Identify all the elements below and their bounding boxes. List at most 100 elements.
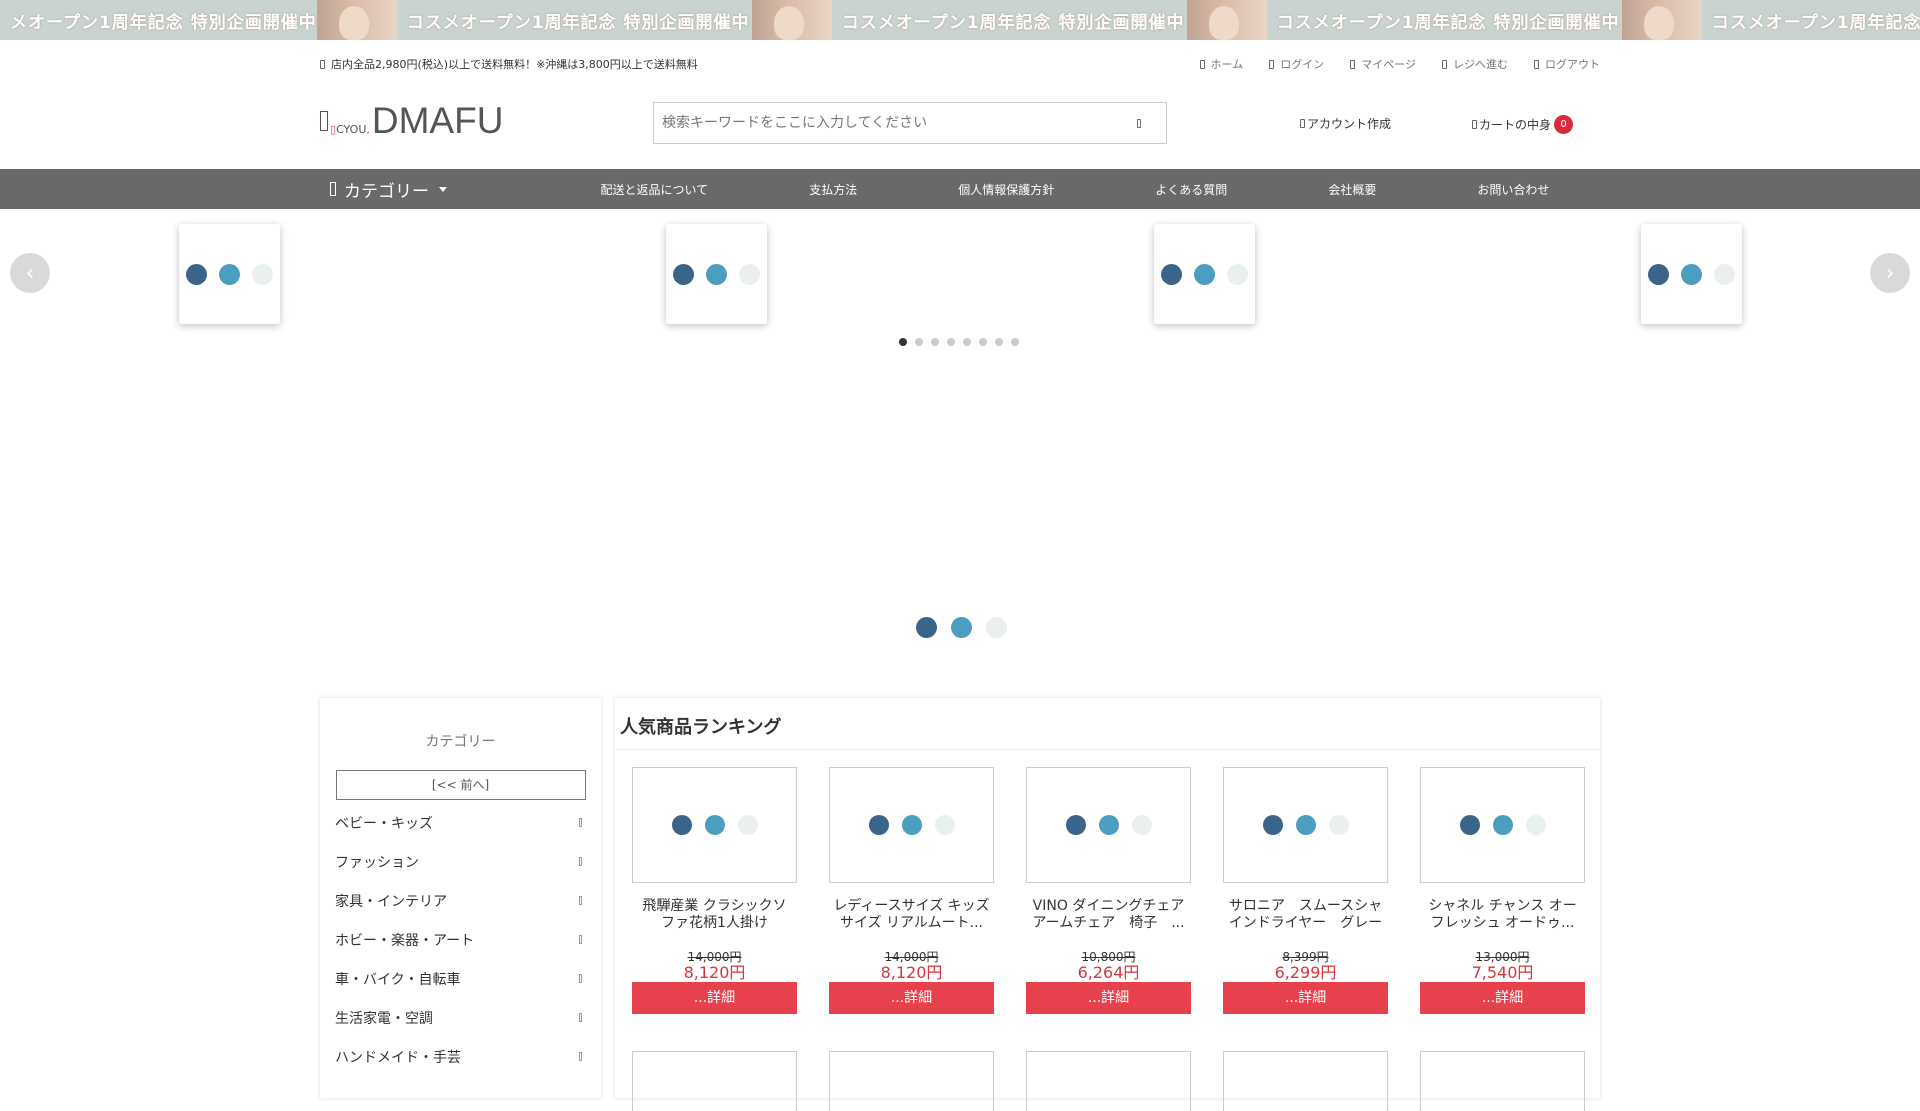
main-nav: カテゴリー 配送と返品について 支払方法 個人情報保護方針 よくある質問 会社概… <box>0 169 1920 209</box>
product-image[interactable] <box>1223 1051 1388 1111</box>
product-card[interactable] <box>1420 1051 1585 1111</box>
product-card[interactable] <box>1026 1051 1191 1111</box>
promo-tile[interactable]: コスメオープン1周年記念 特別企画開催中 <box>1621 0 1920 40</box>
product-detail-button[interactable]: ...詳細 <box>632 982 797 1014</box>
slider-page-dot[interactable] <box>915 338 923 346</box>
logo-text: DMAFU <box>371 100 504 141</box>
product-name[interactable]: シャネル チャンス オーフレッシュ オードゥ... <box>1420 898 1585 950</box>
promo-model-image <box>751 0 832 40</box>
create-account-link[interactable]: アカウント作成 <box>1300 115 1391 132</box>
chevron-right-icon <box>579 1013 582 1022</box>
slide-card[interactable] <box>179 224 280 324</box>
product-detail-button[interactable]: ...詳細 <box>1223 982 1388 1014</box>
nav-contact[interactable]: お問い合わせ <box>1477 181 1549 198</box>
product-image[interactable] <box>1026 1051 1191 1111</box>
logout-link[interactable]: ログアウト <box>1534 56 1600 72</box>
promo-text: コスメオープン1周年記念 特別企画開催中 <box>1276 12 1620 33</box>
chevron-right-icon <box>579 857 582 866</box>
category-item[interactable]: ベビー・キッズ <box>335 803 586 842</box>
caret-down-icon <box>439 186 447 192</box>
checkout-icon <box>1442 59 1447 69</box>
mypage-link[interactable]: マイページ <box>1350 56 1416 72</box>
product-card[interactable] <box>632 1051 797 1111</box>
nav-shipping-returns[interactable]: 配送と返品について <box>601 181 709 198</box>
product-grid-row-2 <box>632 1051 1585 1111</box>
search-input[interactable] <box>654 104 1114 142</box>
product-image[interactable] <box>829 767 994 883</box>
nav-faq[interactable]: よくある質問 <box>1155 181 1227 198</box>
nav-company[interactable]: 会社概要 <box>1328 181 1376 198</box>
product-detail-button[interactable]: ...詳細 <box>1420 982 1585 1014</box>
home-link[interactable]: ホーム <box>1199 56 1243 72</box>
category-prev-button[interactable]: [<< 前へ] <box>335 770 586 800</box>
category-item[interactable]: 家具・インテリア <box>335 881 586 920</box>
promo-text: コスメオープン1周年記念 特別企画開催中 <box>406 12 750 33</box>
checkout-link[interactable]: レジへ進む <box>1442 56 1508 72</box>
loading-indicator <box>916 617 1007 638</box>
product-card[interactable] <box>1223 1051 1388 1111</box>
slider-page-dot[interactable] <box>979 338 987 346</box>
slider-page-dot[interactable] <box>1011 338 1019 346</box>
product-card[interactable] <box>829 1051 994 1111</box>
category-dropdown[interactable]: カテゴリー <box>320 177 550 202</box>
search-box <box>653 102 1167 144</box>
slider-page-dot[interactable] <box>899 338 907 346</box>
home-icon <box>1199 59 1205 69</box>
product-name[interactable]: 飛騨産業 クラシックソファ花柄1人掛け <box>632 898 797 950</box>
product-image[interactable] <box>829 1051 994 1111</box>
product-sale-price: 7,540円 <box>1471 963 1534 982</box>
shipping-notice: 店内全品2,980円(税込)以上で送料無料！※沖縄は3,800円以上で送料無料 <box>320 56 698 72</box>
product-card[interactable]: サロニア スムースシャインドライヤー グレー 8,399円 6,299円 ...… <box>1223 767 1388 1014</box>
category-item[interactable]: ホビー・楽器・アート <box>335 920 586 959</box>
product-name[interactable]: VINO ダイニングチェア アームチェア 椅子 ... <box>1026 898 1191 950</box>
cart-label: カートの中身 <box>1479 118 1552 132</box>
slider-page-dot[interactable] <box>947 338 955 346</box>
category-item[interactable]: 生活家電・空調 <box>335 998 586 1037</box>
slide-card[interactable] <box>1641 224 1742 324</box>
promo-tile[interactable]: コスメオープン1周年記念 特別企画開催中 <box>1186 0 1622 40</box>
promo-tile[interactable]: メオープン1周年記念 特別企画開催中 <box>0 0 317 40</box>
product-card[interactable]: シャネル チャンス オーフレッシュ オードゥ... 13,000円 7,540円… <box>1420 767 1585 1014</box>
promo-tile[interactable]: コスメオープン1周年記念 特別企画開催中 <box>316 0 752 40</box>
promo-banner[interactable]: メオープン1周年記念 特別企画開催中 コスメオープン1周年記念 特別企画開催中 … <box>0 0 1920 40</box>
product-detail-button[interactable]: ...詳細 <box>1026 982 1191 1014</box>
sidebar-title: カテゴリー <box>425 734 496 750</box>
site-logo[interactable]: ▯CYOU, DMAFU <box>320 100 503 142</box>
product-image[interactable] <box>1420 767 1585 883</box>
product-name[interactable]: サロニア スムースシャインドライヤー グレー <box>1223 898 1388 950</box>
product-image[interactable] <box>1420 1051 1585 1111</box>
slide-card[interactable] <box>666 224 767 324</box>
product-name[interactable]: レディースサイズ キッズサイズ リアルムート... <box>829 898 994 950</box>
nav-payment[interactable]: 支払方法 <box>809 181 857 198</box>
chevron-left-icon: ‹ <box>25 260 35 286</box>
product-sale-price: 8,120円 <box>880 963 943 982</box>
nav-privacy[interactable]: 個人情報保護方針 <box>958 181 1054 198</box>
cart-link[interactable]: カートの中身 0 <box>1472 115 1574 134</box>
login-link[interactable]: ログイン <box>1269 56 1324 72</box>
slider-prev-button[interactable]: ‹ <box>10 253 50 293</box>
promo-text: メオープン1周年記念 特別企画開催中 <box>10 12 317 33</box>
category-item[interactable]: ファッション <box>335 842 586 881</box>
product-image[interactable] <box>1223 767 1388 883</box>
promo-model-image <box>1621 0 1702 40</box>
shipping-notice-text: 店内全品2,980円(税込)以上で送料無料！※沖縄は3,800円以上で送料無料 <box>331 58 698 71</box>
product-detail-button[interactable]: ...詳細 <box>829 982 994 1014</box>
promo-tile[interactable]: コスメオープン1周年記念 特別企画開催中 <box>751 0 1187 40</box>
slide-card[interactable] <box>1154 224 1255 324</box>
category-item[interactable]: ハンドメイド・手芸 <box>335 1037 586 1076</box>
logo-comma: , <box>366 123 370 136</box>
product-card[interactable]: VINO ダイニングチェア アームチェア 椅子 ... 10,800円 6,26… <box>1026 767 1191 1014</box>
product-image[interactable] <box>632 767 797 883</box>
product-card[interactable]: レディースサイズ キッズサイズ リアルムート... 14,000円 8,120円… <box>829 767 994 1014</box>
slider-page-dot[interactable] <box>931 338 939 346</box>
slider-next-button[interactable]: › <box>1870 253 1910 293</box>
slider-page-dot[interactable] <box>995 338 1003 346</box>
category-item[interactable]: 車・バイク・自転車 <box>335 959 586 998</box>
category-dropdown-label: カテゴリー <box>344 181 429 202</box>
account-icon <box>1300 119 1305 128</box>
search-button[interactable] <box>1114 104 1164 142</box>
slider-page-dot[interactable] <box>963 338 971 346</box>
product-card[interactable]: 飛騨産業 クラシックソファ花柄1人掛け 14,000円 8,120円 ...詳細 <box>632 767 797 1014</box>
product-image[interactable] <box>1026 767 1191 883</box>
product-image[interactable] <box>632 1051 797 1111</box>
